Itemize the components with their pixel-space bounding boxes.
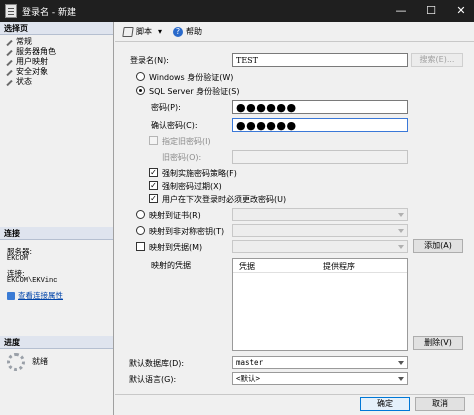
default-database-value: master [236,358,264,367]
progress-header: 进度 [0,336,113,349]
certificate-select[interactable] [232,208,408,221]
old-password-input[interactable] [232,150,408,164]
windows-auth-label: Windows 身份验证(W) [149,73,234,82]
specify-old-password-label: 指定旧密码(I) [162,137,211,146]
footer-divider [115,394,474,395]
default-database-select[interactable]: master [232,356,408,369]
chevron-down-icon [398,361,404,365]
view-connection-link-label: 查看连接属性 [18,291,63,300]
window-title: 登录名 - 新建 [22,8,76,18]
sidebar-item-server-roles[interactable]: 服务器角色 [6,47,56,57]
confirm-password-label: 确认密码(C): [151,121,198,130]
maximize-button[interactable]: ☐ [416,0,446,22]
password-input[interactable]: ●●●●●● [232,100,408,114]
login-name-input[interactable]: TEST [232,53,408,67]
add-credential-button[interactable]: 添加(A) [413,239,463,253]
mapped-credentials-label: 映射的凭据 [151,261,191,270]
progress-status: 就绪 [32,357,48,366]
properties-icon [7,291,15,300]
remove-credential-button[interactable]: 删除(V) [413,336,463,350]
mapped-asym-key-radio[interactable] [136,226,145,235]
map-credential-label: 映射到凭据(M) [149,243,203,252]
windows-auth-radio[interactable] [136,72,145,81]
enforce-expiration-checkbox[interactable]: ✓ [149,181,158,190]
sql-auth-radio[interactable] [136,86,145,95]
sidebar-item-label: 常规 [16,37,32,46]
close-button[interactable]: ✕ [446,0,474,22]
confirm-password-input[interactable]: ●●●●●● [232,118,408,132]
ok-button[interactable]: 确定 [360,397,410,411]
credential-select[interactable] [232,240,408,253]
default-database-label: 默认数据库(D): [129,359,185,368]
search-button[interactable]: 搜索(E)... [411,53,463,67]
wrench-icon [6,49,13,56]
sidebar-item-label: 用户映射 [16,57,48,66]
grid-header-divider [233,272,407,273]
grid-column-provider[interactable]: 提供程序 [323,261,355,272]
mapped-asym-key-label: 映射到非对称密钥(T) [149,227,225,236]
cancel-button[interactable]: 取消 [415,397,465,411]
chevron-down-icon [398,245,404,249]
chevron-down-icon [398,213,404,217]
sidebar: 选择页 常规 服务器角色 用户映射 安全对象 状态 连接 服务器: EKCOM … [0,22,114,415]
asym-key-select[interactable] [232,224,408,237]
connection-header: 连接 [0,227,113,240]
chevron-down-icon [398,377,404,381]
help-button[interactable]: ? 帮助 [173,26,202,37]
minimize-button[interactable]: — [386,0,416,22]
password-label: 密码(P): [151,103,181,112]
sql-auth-label: SQL Server 身份验证(S) [149,87,240,96]
main-panel: 脚本 ▾ ? 帮助 登录名(N): TEST 搜索(E)... Windows 身份… [115,22,474,415]
toolbar: 脚本 ▾ ? 帮助 [115,22,474,42]
title-bar: 登录名 - 新建 — ☐ ✕ [0,0,474,22]
sidebar-item-label: 安全对象 [16,67,48,76]
default-language-label: 默认语言(G): [129,375,177,384]
script-button[interactable]: 脚本 ▾ [122,26,162,37]
mapped-credentials-grid[interactable]: 凭据 提供程序 [232,258,408,351]
enforce-expiration-label: 强制密码过期(X) [162,182,222,191]
default-language-select[interactable]: <默认> [232,372,408,385]
wrench-icon [6,79,13,86]
help-icon: ? [173,26,183,37]
sidebar-item-securables[interactable]: 安全对象 [6,67,48,77]
must-change-label: 用户在下次登录时必须更改密码(U) [162,195,287,204]
wrench-icon [6,59,13,66]
login-name-label: 登录名(N): [130,56,169,65]
app-icon [5,4,17,18]
view-connection-properties-link[interactable]: 查看连接属性 [7,290,63,301]
old-password-label: 旧密码(O): [162,153,202,162]
script-dropdown-arrow[interactable]: ▾ [158,27,162,36]
connection-value: EKCOM\EKVinc [7,277,58,285]
specify-old-password-checkbox[interactable] [149,136,158,145]
default-language-value: <默认> [236,374,261,383]
progress-spinner-icon [7,353,25,371]
help-label: 帮助 [186,27,202,36]
mapped-certificate-label: 映射到证书(R) [149,211,201,220]
sidebar-item-general[interactable]: 常规 [6,37,32,47]
sidebar-item-label: 状态 [16,77,32,86]
script-label: 脚本 [136,27,152,36]
must-change-checkbox[interactable]: ✓ [149,194,158,203]
chevron-down-icon [398,229,404,233]
enforce-policy-checkbox[interactable]: ✓ [149,168,158,177]
sidebar-item-status[interactable]: 状态 [6,77,32,87]
server-value: EKCOM [7,255,29,263]
wrench-icon [6,69,13,76]
sidebar-item-user-mapping[interactable]: 用户映射 [6,57,48,67]
sidebar-item-label: 服务器角色 [16,47,56,56]
mapped-certificate-radio[interactable] [136,210,145,219]
wrench-icon [6,39,13,46]
grid-column-credential[interactable]: 凭据 [239,261,255,272]
select-page-header: 选择页 [0,22,113,35]
script-icon [122,26,134,37]
map-credential-checkbox[interactable] [136,242,145,251]
enforce-policy-label: 强制实施密码策略(F) [162,169,237,178]
